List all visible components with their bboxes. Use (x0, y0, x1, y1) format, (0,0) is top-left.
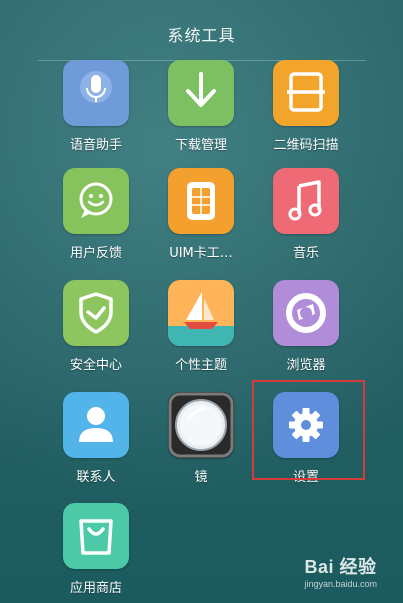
watermark-brand: Bai 经验 (304, 557, 377, 577)
app-download-manager[interactable]: 下载管理 (151, 60, 251, 153)
music-note-icon (273, 168, 339, 234)
app-security-center[interactable]: 安全中心 (46, 280, 146, 373)
sailboat-icon (168, 280, 234, 346)
app-label: 用户反馈 (69, 246, 122, 261)
app-store[interactable]: 应用商店 (46, 503, 146, 596)
app-label: 浏览器 (286, 358, 326, 373)
watermark-url: jingyan.baidu.com (304, 579, 377, 589)
app-label: UIM卡工… (169, 246, 233, 261)
app-user-feedback[interactable]: 用户反馈 (46, 168, 146, 261)
app-label: 镜 (194, 470, 208, 485)
folder-title[interactable]: 系统工具 (0, 22, 403, 46)
download-arrow-icon (168, 60, 234, 126)
app-label: 应用商店 (69, 581, 122, 596)
app-qr-scanner[interactable]: 二维码扫描 (256, 60, 356, 153)
browser-logo-icon (273, 280, 339, 346)
app-mirror[interactable]: 镜 (151, 392, 251, 485)
app-label: 安全中心 (69, 358, 122, 373)
chat-smile-icon (63, 168, 129, 234)
app-music[interactable]: 音乐 (256, 168, 356, 261)
app-label: 二维码扫描 (273, 138, 339, 153)
app-label: 个性主题 (174, 358, 227, 373)
app-label: 下载管理 (174, 138, 227, 153)
mirror-icon (168, 392, 234, 458)
qr-scan-icon (273, 60, 339, 126)
app-label: 联系人 (76, 470, 116, 485)
person-icon (63, 392, 129, 458)
app-voice-assistant[interactable]: 语音助手 (46, 60, 146, 153)
shopping-bag-icon (63, 503, 129, 569)
app-uim-card-tool[interactable]: UIM卡工… (151, 168, 251, 261)
microphone-icon (63, 60, 129, 126)
baidu-watermark: Bai 经验 jingyan.baidu.com (304, 553, 377, 589)
app-label: 语音助手 (69, 138, 122, 153)
settings-highlight-box (252, 380, 365, 480)
shield-icon (63, 280, 129, 346)
sim-card-icon (168, 168, 234, 234)
app-browser[interactable]: 浏览器 (256, 280, 356, 373)
app-label: 音乐 (292, 246, 319, 261)
app-themes[interactable]: 个性主题 (151, 280, 251, 373)
app-contacts[interactable]: 联系人 (46, 392, 146, 485)
